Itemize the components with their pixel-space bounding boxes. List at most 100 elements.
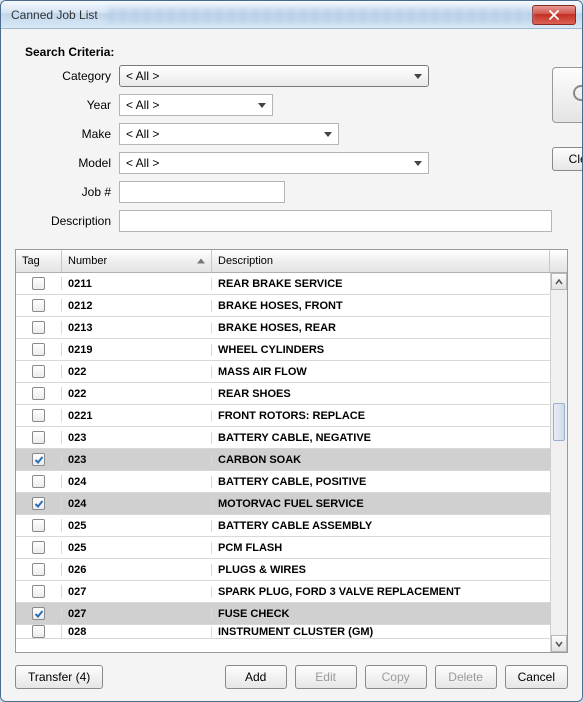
tag-checkbox[interactable] — [32, 431, 45, 444]
description-input[interactable] — [119, 210, 552, 232]
cell-number: 027 — [62, 586, 212, 598]
tag-checkbox[interactable] — [32, 497, 45, 510]
table-row[interactable]: 028INSTRUMENT CLUSTER (GM) — [16, 625, 550, 639]
scroll-thumb[interactable] — [553, 403, 565, 441]
category-label: Category — [15, 69, 119, 83]
tag-checkbox[interactable] — [32, 625, 45, 638]
table-row[interactable]: 0221FRONT ROTORS: REPLACE — [16, 405, 550, 427]
model-value: < All > — [126, 156, 159, 170]
copy-button[interactable]: Copy — [365, 665, 427, 689]
category-value: < All > — [126, 69, 159, 83]
cell-description: MASS AIR FLOW — [212, 366, 550, 378]
grid-rows: 0211REAR BRAKE SERVICE0212BRAKE HOSES, F… — [16, 273, 550, 652]
cell-description: BATTERY CABLE, NEGATIVE — [212, 432, 550, 444]
tag-checkbox[interactable] — [32, 519, 45, 532]
content-area: Search Criteria: Category < All > Year <… — [1, 29, 582, 701]
cell-description: PCM FLASH — [212, 542, 550, 554]
cell-number: 022 — [62, 388, 212, 400]
cell-description: BATTERY CABLE, POSITIVE — [212, 476, 550, 488]
category-dropdown[interactable]: < All > — [119, 65, 429, 87]
cell-tag — [16, 453, 62, 466]
cell-number: 0219 — [62, 344, 212, 356]
tag-checkbox[interactable] — [32, 277, 45, 290]
cell-number: 0213 — [62, 322, 212, 334]
table-row[interactable]: 0213BRAKE HOSES, REAR — [16, 317, 550, 339]
table-row[interactable]: 024MOTORVAC FUEL SERVICE — [16, 493, 550, 515]
cell-number: 024 — [62, 498, 212, 510]
cell-description: BRAKE HOSES, REAR — [212, 322, 550, 334]
cell-description: WHEEL CYLINDERS — [212, 344, 550, 356]
table-row[interactable]: 025PCM FLASH — [16, 537, 550, 559]
tag-checkbox[interactable] — [32, 563, 45, 576]
cell-number: 022 — [62, 366, 212, 378]
cell-number: 023 — [62, 454, 212, 466]
table-row[interactable]: 022MASS AIR FLOW — [16, 361, 550, 383]
table-row[interactable]: 026PLUGS & WIRES — [16, 559, 550, 581]
clear-button[interactable]: Clear — [552, 147, 582, 171]
chevron-up-icon — [555, 278, 563, 286]
table-row[interactable]: 0219WHEEL CYLINDERS — [16, 339, 550, 361]
close-button[interactable] — [532, 5, 576, 25]
table-row[interactable]: 024BATTERY CABLE, POSITIVE — [16, 471, 550, 493]
jobnum-input[interactable] — [119, 181, 285, 203]
tag-checkbox[interactable] — [32, 475, 45, 488]
tag-checkbox[interactable] — [32, 299, 45, 312]
titlebar-blurred-text — [108, 8, 532, 22]
make-value: < All > — [126, 127, 159, 141]
cell-tag — [16, 365, 62, 378]
cell-tag — [16, 321, 62, 334]
tag-checkbox[interactable] — [32, 607, 45, 620]
table-row[interactable]: 022REAR SHOES — [16, 383, 550, 405]
table-row[interactable]: 0211REAR BRAKE SERVICE — [16, 273, 550, 295]
vertical-scrollbar[interactable] — [550, 273, 567, 652]
cell-tag — [16, 431, 62, 444]
tag-checkbox[interactable] — [32, 365, 45, 378]
magnifier-icon — [570, 82, 582, 108]
tag-checkbox[interactable] — [32, 585, 45, 598]
table-row[interactable]: 0212BRAKE HOSES, FRONT — [16, 295, 550, 317]
results-grid: Tag Number Description 0211REAR BRAKE SE… — [15, 249, 568, 653]
col-number[interactable]: Number — [62, 250, 212, 272]
scroll-up-button[interactable] — [551, 273, 567, 290]
grid-body: 0211REAR BRAKE SERVICE0212BRAKE HOSES, F… — [16, 273, 567, 652]
search-form: Category < All > Year < All > Make < All… — [15, 65, 568, 239]
transfer-button[interactable]: Transfer (4) — [15, 665, 103, 689]
search-button[interactable] — [552, 67, 582, 123]
cell-number: 0221 — [62, 410, 212, 422]
cell-description: BRAKE HOSES, FRONT — [212, 300, 550, 312]
cell-description: BATTERY CABLE ASSEMBLY — [212, 520, 550, 532]
cell-description: FUSE CHECK — [212, 608, 550, 620]
edit-button[interactable]: Edit — [295, 665, 357, 689]
tag-checkbox[interactable] — [32, 409, 45, 422]
delete-button[interactable]: Delete — [435, 665, 497, 689]
model-dropdown[interactable]: < All > — [119, 152, 429, 174]
table-row[interactable]: 027FUSE CHECK — [16, 603, 550, 625]
add-button[interactable]: Add — [225, 665, 287, 689]
checkmark-icon — [34, 455, 44, 465]
make-label: Make — [15, 127, 119, 141]
tag-checkbox[interactable] — [32, 343, 45, 356]
table-row[interactable]: 023CARBON SOAK — [16, 449, 550, 471]
cancel-button[interactable]: Cancel — [505, 665, 568, 689]
form-side-buttons: Clear — [552, 65, 582, 239]
col-description[interactable]: Description — [212, 250, 550, 272]
model-label: Model — [15, 156, 119, 170]
year-dropdown[interactable]: < All > — [119, 94, 273, 116]
table-row[interactable]: 027SPARK PLUG, FORD 3 VALVE REPLACEMENT — [16, 581, 550, 603]
cell-description: INSTRUMENT CLUSTER (GM) — [212, 626, 550, 638]
cell-description: REAR BRAKE SERVICE — [212, 278, 550, 290]
scroll-down-button[interactable] — [551, 635, 567, 652]
cell-tag — [16, 519, 62, 532]
tag-checkbox[interactable] — [32, 453, 45, 466]
col-tag[interactable]: Tag — [16, 250, 62, 272]
sort-asc-icon — [197, 259, 205, 264]
table-row[interactable]: 023BATTERY CABLE, NEGATIVE — [16, 427, 550, 449]
cell-tag — [16, 475, 62, 488]
close-icon — [549, 10, 559, 20]
tag-checkbox[interactable] — [32, 387, 45, 400]
tag-checkbox[interactable] — [32, 321, 45, 334]
make-dropdown[interactable]: < All > — [119, 123, 339, 145]
tag-checkbox[interactable] — [32, 541, 45, 554]
table-row[interactable]: 025BATTERY CABLE ASSEMBLY — [16, 515, 550, 537]
cell-tag — [16, 541, 62, 554]
